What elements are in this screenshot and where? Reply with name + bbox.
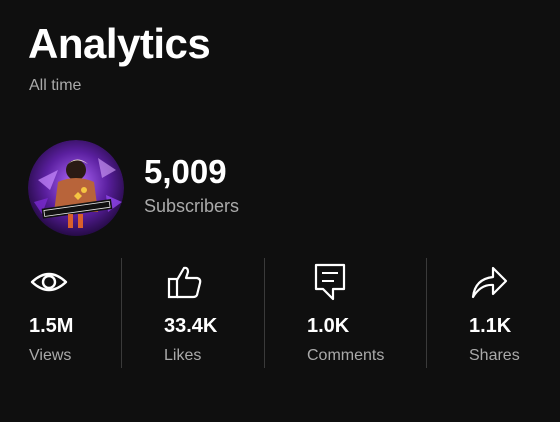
share-icon xyxy=(469,262,509,302)
page-title: Analytics xyxy=(28,20,211,67)
divider xyxy=(121,258,122,368)
channel-avatar[interactable] xyxy=(28,140,124,236)
analytics-page: Analytics All time 5,009 Subscribers 1.5… xyxy=(0,0,560,422)
views-value: 1.5M xyxy=(29,315,74,337)
divider xyxy=(264,258,265,368)
likes-label: Likes xyxy=(164,347,202,364)
subscriber-count: 5,009 xyxy=(144,153,227,190)
comments-label: Comments xyxy=(307,347,385,364)
comment-icon xyxy=(313,262,353,302)
eye-icon xyxy=(29,262,69,302)
divider xyxy=(426,258,427,368)
subscribers-block: 5,009 Subscribers xyxy=(144,152,239,218)
time-period-label[interactable]: All time xyxy=(29,76,81,96)
views-label: Views xyxy=(29,347,72,364)
likes-value: 33.4K xyxy=(164,315,218,337)
shares-label: Shares xyxy=(469,347,520,364)
avatar-image xyxy=(28,140,124,236)
subscriber-label: Subscribers xyxy=(144,196,240,216)
channel-summary: 5,009 Subscribers xyxy=(28,140,239,236)
comments-value: 1.0K xyxy=(307,315,350,337)
stats-row: 1.5M Views 33.4K Likes 1.0K Comments 1.1… xyxy=(0,258,560,368)
shares-value: 1.1K xyxy=(469,315,512,337)
thumbs-up-icon xyxy=(164,262,204,302)
